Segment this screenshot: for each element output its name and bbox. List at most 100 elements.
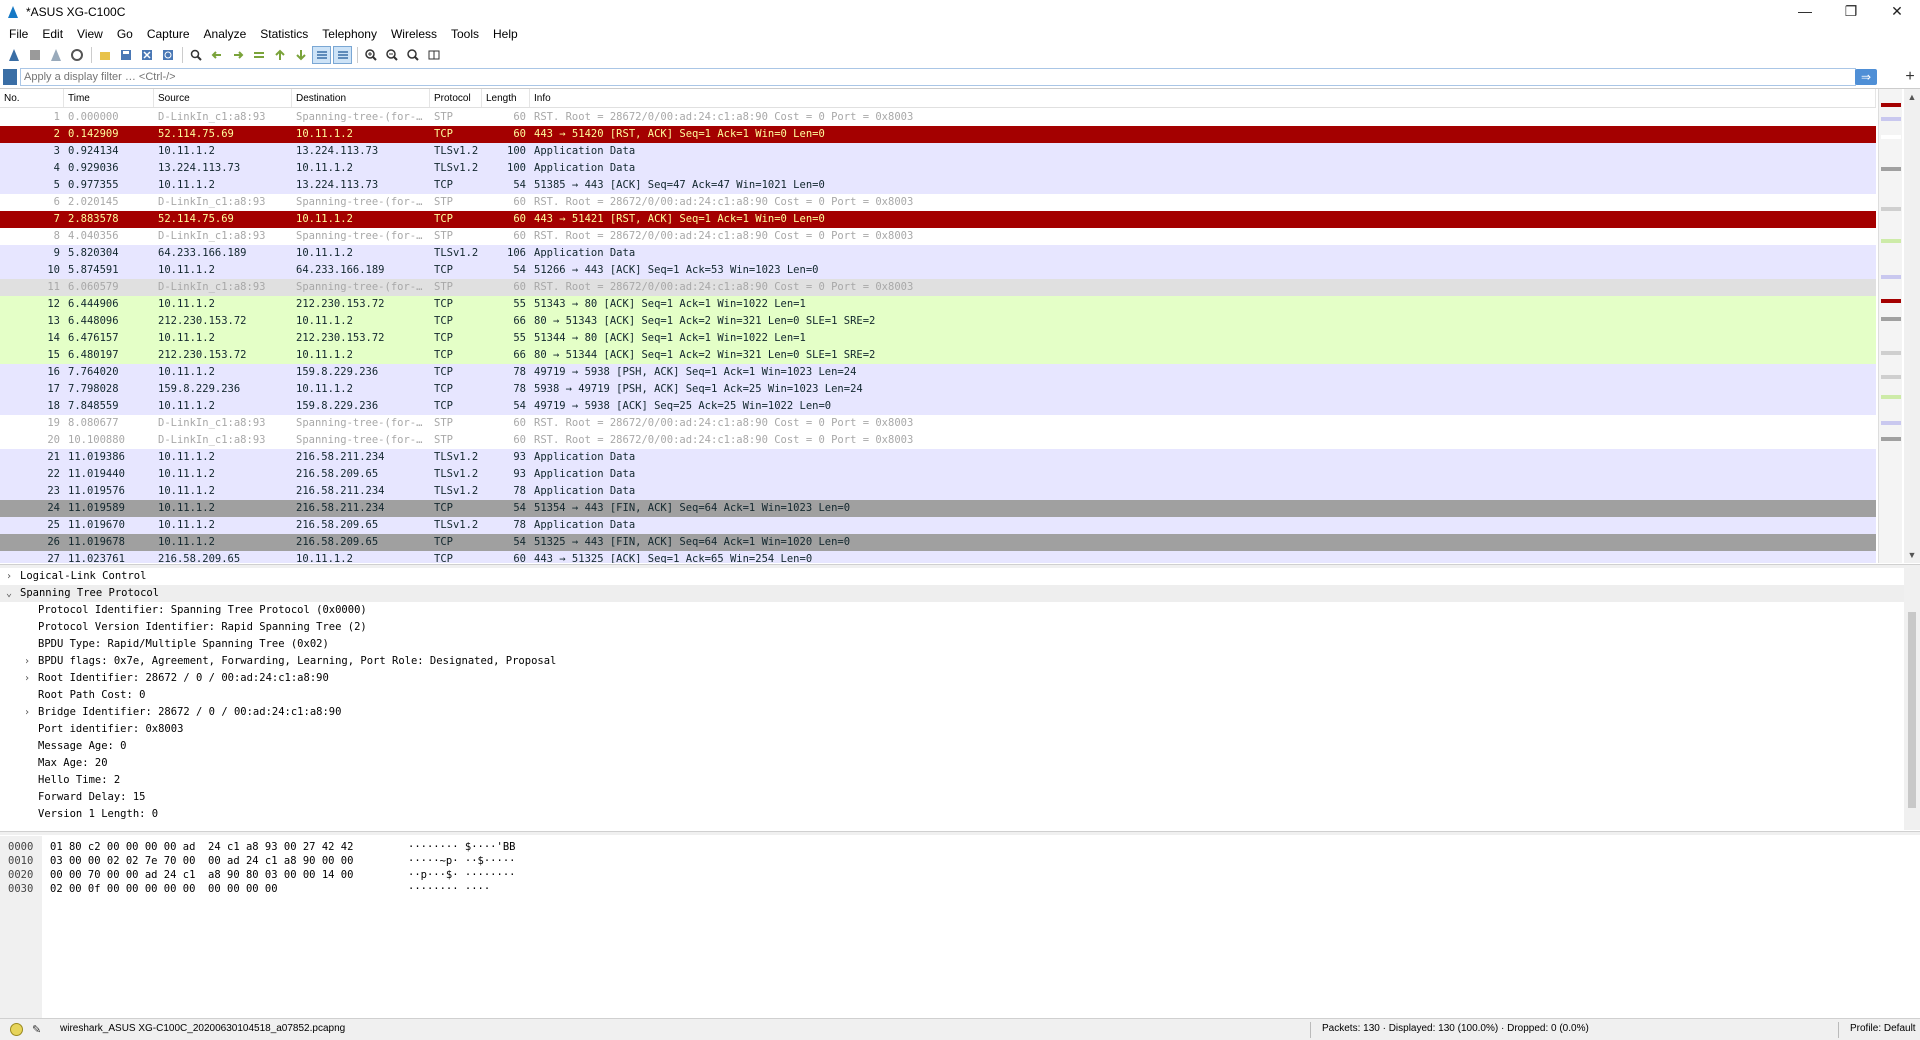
- display-filter-input[interactable]: [20, 68, 1856, 86]
- resize-columns-icon[interactable]: [424, 46, 443, 64]
- detail-tree-item[interactable]: Message Age: 0: [0, 738, 1920, 755]
- go-to-packet-icon[interactable]: [249, 46, 268, 64]
- autoscroll-icon[interactable]: [312, 46, 331, 64]
- expert-info-led-icon[interactable]: [10, 1023, 23, 1036]
- go-forward-icon[interactable]: [228, 46, 247, 64]
- shark-fin-start-icon[interactable]: [4, 46, 23, 64]
- detail-tree-item[interactable]: Protocol Identifier: Spanning Tree Proto…: [0, 602, 1920, 619]
- packet-row[interactable]: 1 0.000000 D-LinkIn_c1:a8:93 Spanning-tree-…: [0, 109, 1876, 126]
- menu-edit[interactable]: Edit: [35, 27, 70, 41]
- status-profile[interactable]: Profile: Default: [1850, 1023, 1916, 1034]
- hex-row[interactable]: 0030 02 00 0f 00 00 00 00 00 00 00 00 00 ·…: [0, 882, 1900, 896]
- hex-row[interactable]: 0010 03 00 00 02 02 7e 70 00 00 ad 24 c1 …: [0, 854, 1900, 868]
- details-scrollbar[interactable]: [1904, 568, 1920, 830]
- packet-minimap[interactable]: [1878, 89, 1902, 563]
- pane-splitter[interactable]: [0, 831, 1920, 835]
- apply-filter-arrow-icon[interactable]: ⇒: [1855, 69, 1877, 85]
- close-button[interactable]: ✕: [1874, 0, 1920, 22]
- packet-row[interactable]: 5 0.977355 10.11.1.2 13.224.113.73 TCP 54 5138…: [0, 177, 1876, 194]
- reload-icon[interactable]: [158, 46, 177, 64]
- packet-row[interactable]: 4 0.929036 13.224.113.73 10.11.1.2 TLSv1.2 10…: [0, 160, 1876, 177]
- packet-row[interactable]: 13 6.448096 212.230.153.72 10.11.1.2 TCP 66 80…: [0, 313, 1876, 330]
- menu-analyze[interactable]: Analyze: [197, 27, 254, 41]
- open-folder-icon[interactable]: [95, 46, 114, 64]
- hex-row[interactable]: 0000 01 80 c2 00 00 00 00 ad 24 c1 a8 93 …: [0, 840, 1900, 854]
- packet-row[interactable]: 18 7.848559 10.11.1.2 159.8.229.236 TCP 54 497…: [0, 398, 1876, 415]
- detail-tree-item[interactable]: › Logical-Link Control: [0, 568, 1920, 585]
- menu-telephony[interactable]: Telephony: [315, 27, 384, 41]
- scroll-down-icon[interactable]: ▼: [1904, 547, 1920, 563]
- packet-row[interactable]: 2 0.142909 52.114.75.69 10.11.1.2 TCP 60 443 →…: [0, 126, 1876, 143]
- scroll-up-icon[interactable]: ▲: [1904, 89, 1920, 105]
- expand-chevron-icon[interactable]: ›: [22, 704, 32, 721]
- packet-row[interactable]: 19 8.080677 D-LinkIn_c1:a8:93 Spanning-tree…: [0, 415, 1876, 432]
- packet-row[interactable]: 3 0.924134 10.11.1.2 13.224.113.73 TLSv1.2 10…: [0, 143, 1876, 160]
- column-header-no[interactable]: No.: [0, 89, 64, 107]
- packet-row[interactable]: 10 5.874591 10.11.1.2 64.233.166.189 TCP 54 51…: [0, 262, 1876, 279]
- detail-tree-item[interactable]: Forward Delay: 15: [0, 789, 1920, 806]
- maximize-button[interactable]: ❐: [1828, 0, 1874, 22]
- packet-row[interactable]: 21 11.019386 10.11.1.2 216.58.211.234 TLSv1.…: [0, 449, 1876, 466]
- close-file-icon[interactable]: [137, 46, 156, 64]
- restart-icon[interactable]: [46, 46, 65, 64]
- zoom-normal-icon[interactable]: [403, 46, 422, 64]
- add-filter-button-icon[interactable]: +: [1902, 67, 1918, 87]
- packet-row[interactable]: 24 11.019589 10.11.1.2 216.58.211.234 TCP 54 5…: [0, 500, 1876, 517]
- menu-file[interactable]: File: [2, 27, 35, 41]
- packet-row[interactable]: 16 7.764020 10.11.1.2 159.8.229.236 TCP 78 497…: [0, 364, 1876, 381]
- detail-tree-item[interactable]: ⌄ Spanning Tree Protocol: [0, 585, 1920, 602]
- packet-row[interactable]: 12 6.444906 10.11.1.2 212.230.153.72 TCP 55 51…: [0, 296, 1876, 313]
- colorize-icon[interactable]: [333, 46, 352, 64]
- detail-tree-item[interactable]: Root Path Cost: 0: [0, 687, 1920, 704]
- zoom-in-icon[interactable]: [361, 46, 380, 64]
- detail-tree-item[interactable]: Hello Time: 2: [0, 772, 1920, 789]
- menu-wireless[interactable]: Wireless: [384, 27, 444, 41]
- column-header-destination[interactable]: Destination: [292, 89, 430, 107]
- go-first-icon[interactable]: [270, 46, 289, 64]
- detail-tree-item[interactable]: Version 1 Length: 0: [0, 806, 1920, 823]
- column-header-info[interactable]: Info: [530, 89, 1876, 107]
- stop-icon[interactable]: [25, 46, 44, 64]
- menu-tools[interactable]: Tools: [444, 27, 486, 41]
- packet-row[interactable]: 23 11.019576 10.11.1.2 216.58.211.234 TLSv1.…: [0, 483, 1876, 500]
- packet-row[interactable]: 8 4.040356 D-LinkIn_c1:a8:93 Spanning-tree-…: [0, 228, 1876, 245]
- column-header-protocol[interactable]: Protocol: [430, 89, 482, 107]
- column-header-source[interactable]: Source: [154, 89, 292, 107]
- packet-row[interactable]: 14 6.476157 10.11.1.2 212.230.153.72 TCP 55 51…: [0, 330, 1876, 347]
- packet-list-scrollbar[interactable]: ▲ ▼: [1904, 89, 1920, 563]
- packet-row[interactable]: 15 6.480197 212.230.153.72 10.11.1.2 TCP 66 80…: [0, 347, 1876, 364]
- zoom-out-icon[interactable]: [382, 46, 401, 64]
- packet-row[interactable]: 27 11.023761 216.58.209.65 10.11.1.2 TCP 60 44…: [0, 551, 1876, 563]
- detail-tree-item[interactable]: BPDU Type: Rapid/Multiple Spanning Tree …: [0, 636, 1920, 653]
- detail-tree-item[interactable]: Protocol Version Identifier: Rapid Spann…: [0, 619, 1920, 636]
- detail-tree-item[interactable]: › Bridge Identifier: 28672 / 0 / 00:ad:24…: [0, 704, 1920, 721]
- packet-row[interactable]: 20 10.100880 D-LinkIn_c1:a8:93 Spanning-tre…: [0, 432, 1876, 449]
- save-icon[interactable]: [116, 46, 135, 64]
- packet-row[interactable]: 6 2.020145 D-LinkIn_c1:a8:93 Spanning-tree-…: [0, 194, 1876, 211]
- capture-comment-pencil-icon[interactable]: ✎: [32, 1023, 46, 1036]
- packet-row[interactable]: 22 11.019440 10.11.1.2 216.58.209.65 TLSv1.2…: [0, 466, 1876, 483]
- go-back-icon[interactable]: [207, 46, 226, 64]
- column-header-time[interactable]: Time: [64, 89, 154, 107]
- menu-capture[interactable]: Capture: [140, 27, 197, 41]
- detail-tree-item[interactable]: › BPDU flags: 0x7e, Agreement, Forwarding…: [0, 653, 1920, 670]
- details-scroll-thumb[interactable]: [1908, 612, 1916, 808]
- column-header-length[interactable]: Length: [482, 89, 530, 107]
- packet-row[interactable]: 25 11.019670 10.11.1.2 216.58.209.65 TLSv1.2…: [0, 517, 1876, 534]
- hex-row[interactable]: 0020 00 00 70 00 00 ad 24 c1 a8 90 80 03 …: [0, 868, 1900, 882]
- packet-row[interactable]: 26 11.019678 10.11.1.2 216.58.209.65 TCP 54 51…: [0, 534, 1876, 551]
- menu-help[interactable]: Help: [486, 27, 525, 41]
- bookmark-icon[interactable]: [3, 69, 17, 85]
- detail-tree-item[interactable]: › Root Identifier: 28672 / 0 / 00:ad:24:c…: [0, 670, 1920, 687]
- packet-row[interactable]: 11 6.060579 D-LinkIn_c1:a8:93 Spanning-tree…: [0, 279, 1876, 296]
- collapse-chevron-icon[interactable]: ⌄: [4, 585, 14, 602]
- detail-tree-item[interactable]: Max Age: 20: [0, 755, 1920, 772]
- go-last-icon[interactable]: [291, 46, 310, 64]
- packet-row[interactable]: 7 2.883578 52.114.75.69 10.11.1.2 TCP 60 443 →…: [0, 211, 1876, 228]
- menu-view[interactable]: View: [70, 27, 110, 41]
- expand-chevron-icon[interactable]: ›: [22, 670, 32, 687]
- menu-statistics[interactable]: Statistics: [253, 27, 315, 41]
- menu-go[interactable]: Go: [110, 27, 140, 41]
- find-icon[interactable]: [186, 46, 205, 64]
- minimize-button[interactable]: —: [1782, 0, 1828, 22]
